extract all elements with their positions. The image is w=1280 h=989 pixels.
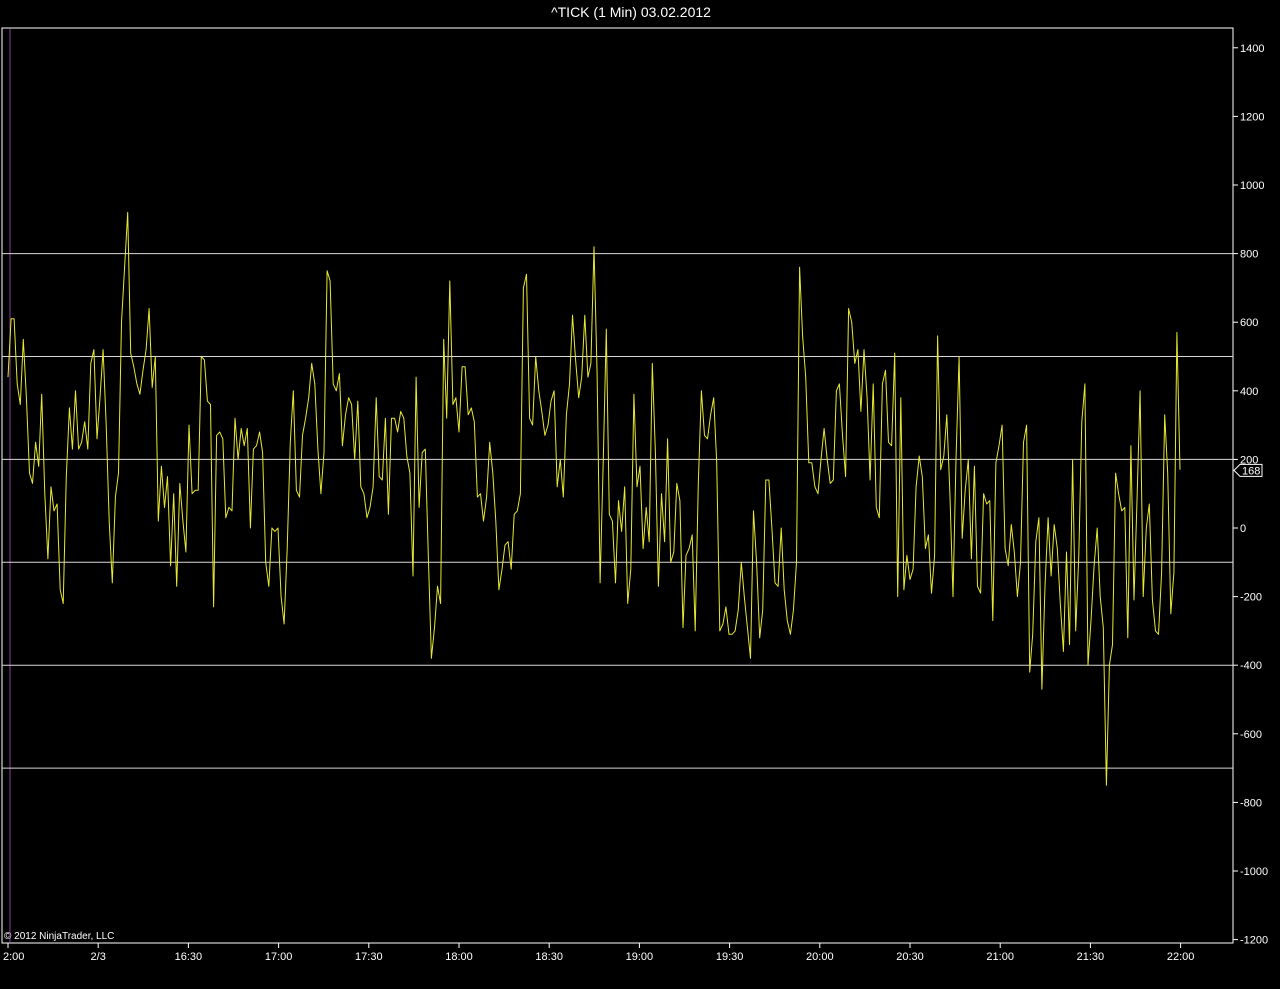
copyright-notice: © 2012 NinjaTrader, LLC [4,931,115,942]
y-tick-label: -600 [1240,729,1262,741]
x-tick-label: 17:30 [355,951,383,963]
x-tick-label: 19:00 [626,951,654,963]
y-tick-label: 1200 [1240,111,1264,123]
x-tick-label: 19:30 [716,951,744,963]
plot-frame [1,27,1234,944]
y-tick-label: 0 [1240,523,1246,535]
x-tick-label: 20:00 [806,951,834,963]
series-layer [7,211,1181,786]
plot-border [1,27,1234,944]
x-tick-label: 2/3 [91,951,106,963]
x-tick-label: 16:30 [175,951,203,963]
last-value-label: 168 [1242,465,1260,477]
y-tick-label: -400 [1240,660,1262,672]
x-tick-label: 2:00 [3,951,24,963]
y-tick-label: 1400 [1240,43,1264,55]
y-axis: 1400120010008006004002000-200-400-600-80… [1233,43,1268,947]
tick-series-line [7,211,1181,786]
x-tick-label: 21:00 [986,951,1014,963]
y-tick-label: -800 [1240,797,1262,809]
x-tick-label: 18:00 [445,951,473,963]
x-tick-label: 22:00 [1167,951,1195,963]
x-tick-label: 21:30 [1077,951,1105,963]
last-value-marker: 168 [1233,463,1263,477]
y-tick-label: -1200 [1240,935,1268,947]
y-tick-label: -1000 [1240,866,1268,878]
y-tick-label: 800 [1240,249,1258,261]
x-tick-label: 17:00 [265,951,293,963]
y-tick-label: -200 [1240,592,1262,604]
x-tick-label: 18:30 [535,951,563,963]
y-tick-label: 600 [1240,317,1258,329]
y-tick-label: 400 [1240,386,1258,398]
x-tick-label: 20:30 [896,951,924,963]
x-axis: 2:00 2/3 16:30 17:00 17:30 18:00 18:30 19:00 19:… [3,943,1194,963]
y-tick-label: 1000 [1240,180,1264,192]
chart-canvas: 1400120010008006004002000-200-400-600-80… [1,27,1268,963]
